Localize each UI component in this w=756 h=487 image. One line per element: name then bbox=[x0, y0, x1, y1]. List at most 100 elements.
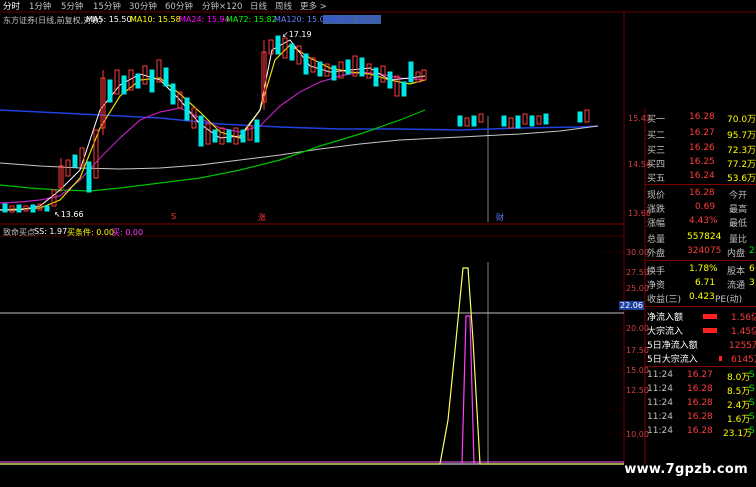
bid-row: 买一 16.28 70.0万 bbox=[645, 112, 756, 125]
trade-flag: S bbox=[749, 412, 755, 422]
flow-bar bbox=[703, 328, 717, 333]
trade-flag: S bbox=[749, 426, 755, 436]
trade-flag: S bbox=[749, 370, 755, 380]
bid-label: 买四 bbox=[647, 160, 666, 170]
stat-label: 净资 bbox=[647, 281, 666, 291]
divider bbox=[645, 366, 756, 367]
bid-volume: 77.2万 bbox=[727, 160, 756, 170]
flow-label: 5日大宗流入 bbox=[647, 355, 698, 365]
trade-row: 11:24 16.28 8.5万 S bbox=[645, 384, 756, 397]
ss-line bbox=[0, 267, 624, 465]
stat-label: 换手 bbox=[647, 267, 666, 277]
trade-volume: 23.1万 bbox=[723, 429, 753, 439]
stat-value: 324075 bbox=[687, 246, 722, 256]
trade-time: 11:24 bbox=[647, 398, 673, 408]
trade-price: 16.28 bbox=[687, 384, 713, 394]
stat-label: 涨幅 bbox=[647, 219, 666, 229]
bid-label: 买一 bbox=[647, 115, 666, 125]
high-annotation: ↙17.19 bbox=[282, 30, 312, 39]
stat-row: 收益(三) 0.423 PE(动) bbox=[645, 292, 756, 305]
flow-row: 5日净流入额 1255万 bbox=[645, 338, 756, 351]
flow-value: 1255万 bbox=[729, 341, 756, 351]
stat-value: 0.69 bbox=[695, 202, 716, 212]
stat-label: 涨跌 bbox=[647, 205, 666, 215]
ma72-line bbox=[0, 109, 426, 192]
stat-label: 量比 bbox=[729, 235, 748, 245]
bid-price: 16.26 bbox=[689, 143, 715, 153]
stat-label: 今开 bbox=[729, 191, 748, 201]
stat-value: 557824 bbox=[687, 232, 722, 242]
trade-row: 11:24 16.28 2.4万 S bbox=[645, 398, 756, 411]
stat-label: 最低 bbox=[729, 219, 748, 229]
bid-label: 买二 bbox=[647, 131, 666, 141]
trade-price: 16.27 bbox=[687, 370, 713, 380]
bid-label: 买三 bbox=[647, 146, 666, 156]
bid-row: 买四 16.25 77.2万 bbox=[645, 157, 756, 170]
flow-label: 5日净流入额 bbox=[647, 341, 698, 351]
trade-time: 11:24 bbox=[647, 412, 673, 422]
bid-row: 买五 16.24 53.6万 bbox=[645, 171, 756, 184]
trade-price: 16.28 bbox=[687, 426, 713, 436]
stat-value: 6.71 bbox=[695, 278, 716, 288]
bid-volume: 95.7万 bbox=[727, 131, 756, 141]
flow-value: 1.56亿 bbox=[731, 313, 756, 323]
flow-value: 1.45亿 bbox=[731, 327, 756, 337]
trade-time: 11:24 bbox=[647, 384, 673, 394]
bid-label: 买五 bbox=[647, 174, 666, 184]
candles bbox=[2, 35, 590, 213]
stat-label: 现价 bbox=[647, 191, 666, 201]
s-marker: S bbox=[171, 212, 177, 221]
trade-row: 11:24 16.28 23.1万 S bbox=[645, 426, 756, 439]
trade-volume: 8.5万 bbox=[727, 387, 751, 397]
stat-value: 23 bbox=[749, 246, 756, 256]
stat-value: 3 bbox=[749, 278, 755, 288]
indicator-title: 致命买点 bbox=[3, 228, 35, 237]
stat-value: 4.43% bbox=[689, 216, 718, 226]
stat-row: 现价 16.28 今开 bbox=[645, 188, 756, 201]
trade-price: 16.28 bbox=[687, 398, 713, 408]
divider bbox=[645, 184, 756, 185]
bid-price: 16.25 bbox=[689, 157, 715, 167]
buy-value: 买: 0.00 bbox=[112, 228, 144, 237]
divider bbox=[645, 260, 756, 261]
zhang-marker: 涨 bbox=[258, 213, 266, 222]
stat-label: 外盘 bbox=[647, 249, 666, 259]
stat-value: 0.423 bbox=[689, 292, 715, 302]
bid-volume: 70.0万 bbox=[727, 115, 756, 125]
stat-row: 涨跌 0.69 最高 bbox=[645, 202, 756, 215]
stat-row: 净资 6.71 流通 3 bbox=[645, 278, 756, 291]
crosshair-value: 22.06 bbox=[619, 301, 644, 310]
stat-label: 流通 bbox=[727, 281, 746, 291]
flow-row: 大宗流入 1.45亿 bbox=[645, 324, 756, 337]
stat-value: 1.78% bbox=[689, 264, 718, 274]
trade-volume: 1.6万 bbox=[727, 415, 751, 425]
stat-label: 股本 bbox=[727, 267, 746, 277]
cai-marker: 财 bbox=[496, 213, 504, 222]
ss-value: SS: 1.97 bbox=[34, 227, 68, 236]
divider bbox=[645, 306, 756, 307]
trade-time: 11:24 bbox=[647, 370, 673, 380]
trade-time: 11:24 bbox=[647, 426, 673, 436]
kline-chart[interactable] bbox=[0, 0, 756, 487]
stat-label: 总量 bbox=[647, 235, 666, 245]
stat-row: 换手 1.78% 股本 6 bbox=[645, 264, 756, 277]
stat-label: 最高 bbox=[729, 205, 748, 215]
stat-value: 16.28 bbox=[689, 188, 715, 198]
trade-price: 16.28 bbox=[687, 412, 713, 422]
stat-value: 6 bbox=[749, 264, 755, 274]
bid-row: 买二 16.27 95.7万 bbox=[645, 128, 756, 141]
buy-line bbox=[461, 315, 475, 465]
bid-price: 16.27 bbox=[689, 128, 715, 138]
high-value: 17.19 bbox=[288, 30, 312, 39]
ma120-line bbox=[0, 109, 599, 131]
bid-volume: 53.6万 bbox=[727, 174, 756, 184]
bid-price: 16.24 bbox=[689, 171, 715, 181]
stat-row: 外盘 324075 内盘 23 bbox=[645, 246, 756, 259]
cond-value: 买条件: 0.00 bbox=[67, 228, 115, 237]
stat-row: 总量 557824 量比 bbox=[645, 232, 756, 245]
stat-row: 涨幅 4.43% 最低 bbox=[645, 216, 756, 229]
stat-label: 收益(三) bbox=[647, 295, 682, 305]
flow-row: 5日大宗流入 6145万 bbox=[645, 352, 756, 365]
stat-label: PE(动) bbox=[715, 295, 743, 305]
trade-row: 11:24 16.28 1.6万 S bbox=[645, 412, 756, 425]
